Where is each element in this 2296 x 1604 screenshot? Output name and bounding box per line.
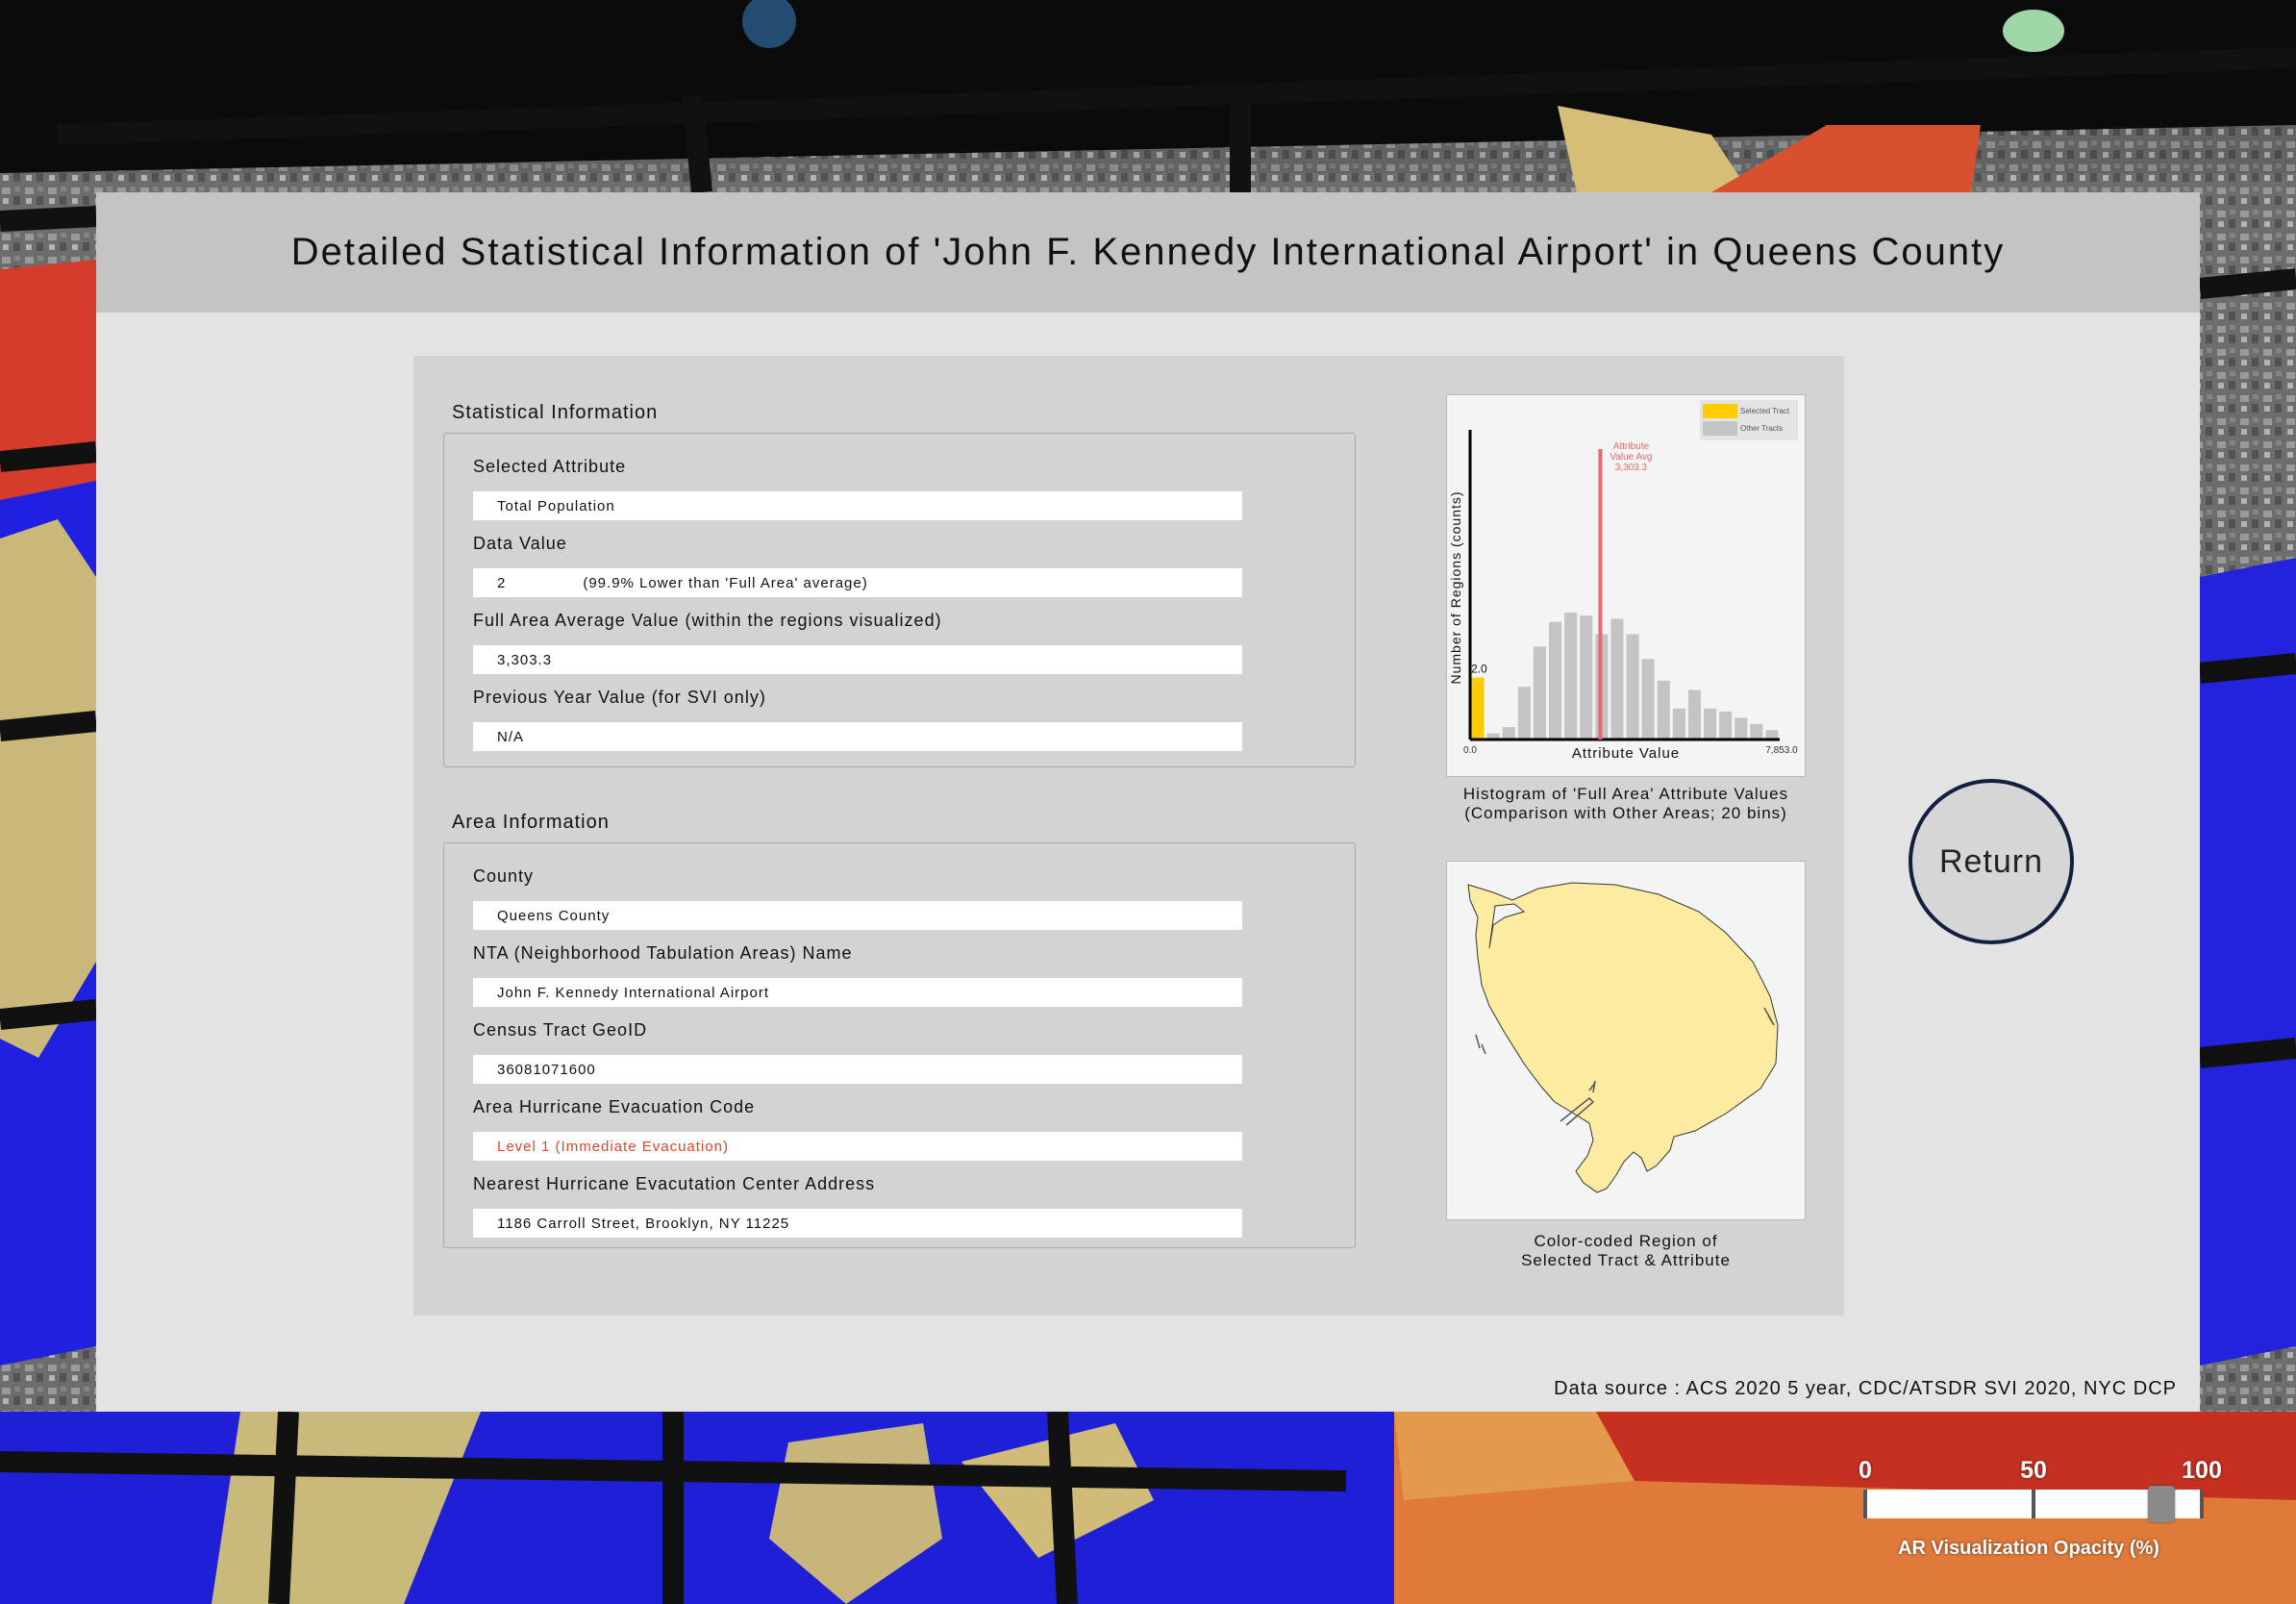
slider-tick-50: 50	[2020, 1457, 2047, 1484]
evacuation-center-text: 1186 Carroll Street, Brooklyn, NY 11225	[497, 1215, 790, 1232]
geoid-value: 36081071600	[473, 1055, 1242, 1084]
slider-track-tick-0	[1863, 1490, 1867, 1518]
evacuation-code-text: Level 1 (Immediate Evacuation)	[497, 1138, 729, 1155]
region-detail	[1475, 1034, 1486, 1055]
histogram-chart: Attribute Value Avg 3,303.3 2.0 0.0 7,85…	[1446, 394, 1806, 777]
data-value-text: 2	[497, 574, 507, 591]
statistical-fieldset: Selected Attribute Total Population Data…	[443, 433, 1356, 767]
average-label-line2: Value Avg	[1610, 452, 1652, 463]
area-section-title: Area Information	[452, 812, 610, 833]
page-title: Detailed Statistical Information of 'Joh…	[290, 231, 2006, 273]
other-tracts-bar-14	[1687, 689, 1701, 739]
other-tracts-bar-3	[1517, 687, 1531, 739]
region-map	[1446, 861, 1806, 1220]
other-tracts-bar-12	[1657, 680, 1670, 739]
other-tracts-bar-6	[1564, 612, 1578, 739]
full-area-average-value: 3,303.3	[473, 645, 1242, 674]
x-axis-label: Attribute Value	[1572, 745, 1680, 762]
data-source: Data source : ACS 2020 5 year, CDC/ATSDR…	[1554, 1378, 2177, 1399]
data-value-comparison: (99.9% Lower than 'Full Area' average)	[583, 574, 868, 591]
content-area: Statistical Information Selected Attribu…	[413, 356, 1844, 1316]
chart-legend: Selected Tract Other Tracts	[1700, 400, 1798, 440]
average-line-label: Attribute Value Avg 3,303.3	[1610, 441, 1652, 473]
selected-attribute-value: Total Population	[473, 491, 1242, 520]
average-label-line3: 3,303.3	[1615, 463, 1648, 473]
other-tracts-bar-18	[1750, 723, 1763, 739]
data-value-field: 2 (99.9% Lower than 'Full Area' average)	[473, 568, 1242, 597]
histogram-svg: Attribute Value Avg 3,303.3 2.0 0.0 7,85…	[1448, 400, 1798, 762]
other-tracts-bar-10	[1626, 634, 1639, 739]
geoid-label: Census Tract GeoID	[473, 1020, 648, 1040]
slider-track-tick-100	[2200, 1490, 2204, 1518]
x-tick-min: 0.0	[1463, 745, 1477, 756]
other-tracts-bar-13	[1672, 708, 1685, 739]
area-fieldset: County Queens County NTA (Neighborhood T…	[443, 842, 1356, 1248]
region-map-svg	[1467, 882, 1779, 1193]
other-tracts-bar-7	[1580, 615, 1593, 739]
selected-value-label: 2.0	[1471, 663, 1487, 676]
nta-label: NTA (Neighborhood Tabulation Areas) Name	[473, 943, 853, 963]
return-button[interactable]: Return	[1909, 779, 2074, 944]
evacuation-center-value: 1186 Carroll Street, Brooklyn, NY 11225	[473, 1209, 1242, 1238]
other-tracts-bar-9	[1610, 618, 1624, 739]
histogram-caption-line1: Histogram of 'Full Area' Attribute Value…	[1462, 785, 1789, 803]
slider-track-tick-50	[2032, 1490, 2035, 1518]
county-value: Queens County	[473, 901, 1242, 930]
other-tracts-bar-11	[1641, 659, 1655, 739]
selected-tract-bar-0	[1471, 677, 1485, 739]
x-tick-max: 7,853.0	[1765, 745, 1798, 756]
slider-tick-0: 0	[1859, 1457, 1872, 1484]
map-caption-line1: Color-coded Region of	[1534, 1232, 1718, 1250]
legend-selected-swatch	[1703, 404, 1737, 418]
map-caption: Color-coded Region of Selected Tract & A…	[1446, 1232, 1806, 1270]
histogram-caption-line2: (Comparison with Other Areas; 20 bins)	[1464, 804, 1787, 822]
opacity-slider[interactable]: 0 50 100 AR Visualization Opacity (%)	[1856, 1457, 2222, 1572]
nta-value: John F. Kennedy International Airport	[473, 978, 1242, 1007]
selected-attribute-text: Total Population	[497, 497, 615, 514]
slider-label: AR Visualization Opacity (%)	[1898, 1538, 2159, 1559]
airport-region-shape	[1467, 882, 1779, 1193]
county-text: Queens County	[497, 907, 611, 924]
y-axis-label: Number of Regions (counts)	[1448, 490, 1463, 684]
legend-other-label: Other Tracts	[1740, 424, 1783, 433]
slider-tick-100: 100	[2182, 1457, 2222, 1484]
histogram-bars	[1471, 612, 1779, 739]
other-tracts-bar-15	[1704, 708, 1717, 739]
statistical-section-title: Statistical Information	[452, 402, 659, 423]
previous-year-label: Previous Year Value (for SVI only)	[473, 688, 766, 707]
average-label-line1: Attribute	[1613, 441, 1650, 452]
panel-header: Detailed Statistical Information of 'Joh…	[96, 192, 2200, 313]
data-value-label: Data Value	[473, 534, 567, 553]
previous-year-value: N/A	[473, 722, 1242, 751]
full-area-average-text: 3,303.3	[497, 651, 553, 668]
geoid-text: 36081071600	[497, 1061, 596, 1078]
other-tracts-bar-17	[1734, 717, 1748, 739]
other-tracts-bar-2	[1502, 727, 1515, 739]
previous-year-text: N/A	[497, 728, 525, 745]
evacuation-code-value: Level 1 (Immediate Evacuation)	[473, 1132, 1242, 1161]
other-tracts-bar-16	[1719, 712, 1733, 739]
histogram-caption: Histogram of 'Full Area' Attribute Value…	[1446, 785, 1806, 823]
county-label: County	[473, 866, 535, 886]
full-area-average-label: Full Area Average Value (within the regi…	[473, 611, 942, 630]
legend-other-swatch	[1703, 421, 1737, 436]
other-tracts-bar-4	[1533, 646, 1546, 739]
map-caption-line2: Selected Tract & Attribute	[1521, 1251, 1731, 1269]
legend-selected-label: Selected Tract	[1740, 407, 1790, 415]
statistics-panel: Detailed Statistical Information of 'Joh…	[96, 192, 2200, 1412]
nta-text: John F. Kennedy International Airport	[497, 984, 769, 1001]
slider-thumb[interactable]	[2148, 1486, 2175, 1522]
selected-attribute-label: Selected Attribute	[473, 457, 627, 476]
evacuation-center-label: Nearest Hurricane Evacutation Center Add…	[473, 1174, 876, 1193]
other-tracts-bar-5	[1549, 621, 1562, 739]
evacuation-code-label: Area Hurricane Evacuation Code	[473, 1097, 756, 1116]
